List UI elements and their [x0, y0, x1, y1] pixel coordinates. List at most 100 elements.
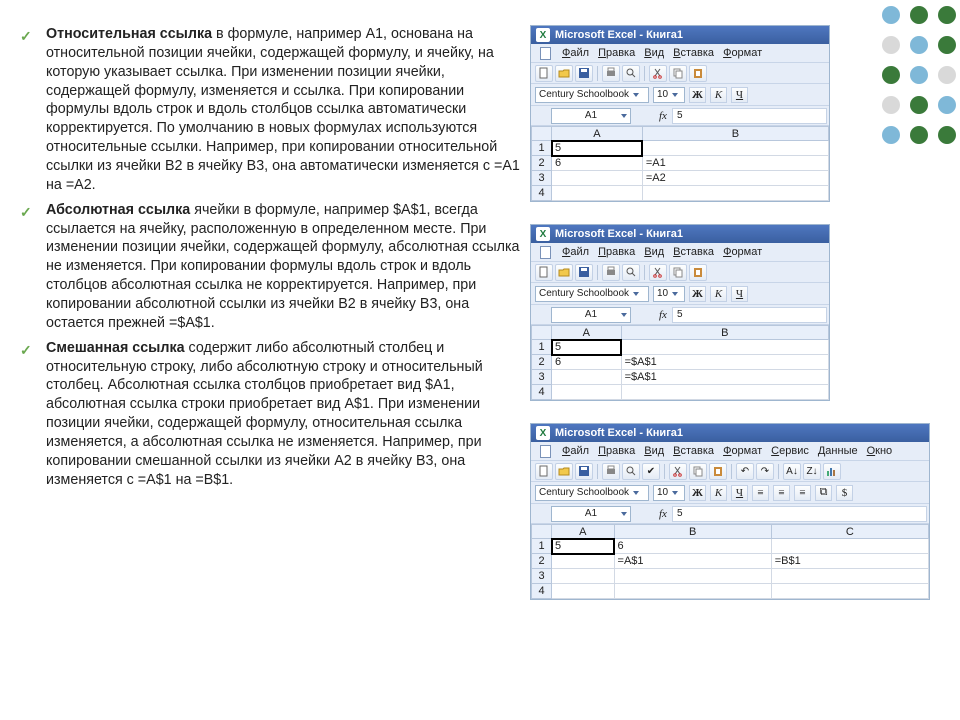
menu-edit[interactable]: Правка — [598, 246, 635, 258]
row-header-4[interactable]: 4 — [532, 186, 552, 201]
menu-insert[interactable]: Вставка — [673, 47, 714, 59]
bold-button[interactable]: Ж — [689, 87, 706, 103]
preview-icon[interactable] — [622, 264, 640, 281]
cell-a1[interactable]: 5 — [552, 141, 643, 156]
copy-icon[interactable] — [669, 65, 687, 82]
select-all-corner[interactable] — [532, 525, 552, 539]
cell-a1[interactable]: 5 — [552, 340, 622, 355]
new-doc-icon[interactable] — [535, 65, 553, 82]
open-icon[interactable] — [555, 65, 573, 82]
menu-tools[interactable]: Сервис — [771, 445, 809, 457]
cut-icon[interactable] — [649, 65, 667, 82]
print-icon[interactable] — [602, 65, 620, 82]
menu-format[interactable]: Формат — [723, 246, 762, 258]
col-header-b[interactable]: B — [642, 127, 828, 141]
cell-a4[interactable] — [552, 385, 622, 400]
cell-a4[interactable] — [552, 584, 615, 599]
menu-window[interactable]: Окно — [867, 445, 893, 457]
print-icon[interactable] — [602, 463, 620, 480]
cell-b1[interactable] — [642, 141, 828, 156]
col-header-a[interactable]: A — [552, 525, 615, 539]
new-doc-icon[interactable] — [535, 463, 553, 480]
italic-button[interactable]: К — [710, 485, 727, 501]
select-all-corner[interactable] — [532, 326, 552, 340]
open-icon[interactable] — [555, 463, 573, 480]
col-header-b[interactable]: B — [614, 525, 771, 539]
underline-button[interactable]: Ч — [731, 286, 748, 302]
currency-icon[interactable]: $ — [836, 485, 853, 501]
cell-a1[interactable]: 5 — [552, 539, 615, 554]
row-header-3[interactable]: 3 — [532, 171, 552, 186]
new-doc-icon[interactable] — [535, 264, 553, 281]
cell-a4[interactable] — [552, 186, 643, 201]
paste-icon[interactable] — [709, 463, 727, 480]
preview-icon[interactable] — [622, 463, 640, 480]
menu-edit[interactable]: Правка — [598, 445, 635, 457]
font-name-selector[interactable]: Century Schoolbook — [535, 87, 649, 103]
cell-c4[interactable] — [771, 584, 928, 599]
paste-icon[interactable] — [689, 264, 707, 281]
preview-icon[interactable] — [622, 65, 640, 82]
redo-icon[interactable]: ↷ — [756, 463, 774, 480]
bold-button[interactable]: Ж — [689, 286, 706, 302]
cell-b1[interactable]: 6 — [614, 539, 771, 554]
menu-view[interactable]: Вид — [644, 445, 664, 457]
copy-icon[interactable] — [669, 264, 687, 281]
align-center-icon[interactable]: ≡ — [773, 485, 790, 501]
cell-a3[interactable] — [552, 569, 615, 584]
row-header-3[interactable]: 3 — [532, 569, 552, 584]
cell-a2[interactable]: 6 — [552, 156, 643, 171]
worksheet-grid[interactable]: A B C 1 5 6 2 =A$1 =B$1 3 — [531, 524, 929, 599]
name-box[interactable]: A1 — [551, 307, 631, 323]
cell-a3[interactable] — [552, 171, 643, 186]
formula-input[interactable]: 5 — [672, 307, 827, 323]
font-name-selector[interactable]: Century Schoolbook — [535, 485, 649, 501]
worksheet-grid[interactable]: A B 1 5 2 6 =A1 3 =A2 4 — [531, 126, 829, 201]
paste-icon[interactable] — [689, 65, 707, 82]
row-header-1[interactable]: 1 — [532, 340, 552, 355]
font-name-selector[interactable]: Century Schoolbook — [535, 286, 649, 302]
row-header-2[interactable]: 2 — [532, 554, 552, 569]
menu-data[interactable]: Данные — [818, 445, 858, 457]
menu-file[interactable]: Файл — [562, 246, 589, 258]
cell-a2[interactable] — [552, 554, 615, 569]
name-box[interactable]: A1 — [551, 506, 631, 522]
fx-icon[interactable]: fx — [659, 508, 667, 520]
cut-icon[interactable] — [649, 264, 667, 281]
row-header-1[interactable]: 1 — [532, 141, 552, 156]
sort-asc-icon[interactable]: A↓ — [783, 463, 801, 480]
undo-icon[interactable]: ↶ — [736, 463, 754, 480]
col-header-a[interactable]: A — [552, 326, 622, 340]
save-icon[interactable] — [575, 264, 593, 281]
bold-button[interactable]: Ж — [689, 485, 706, 501]
cell-b2[interactable]: =A$1 — [614, 554, 771, 569]
cell-b1[interactable] — [621, 340, 828, 355]
align-right-icon[interactable]: ≡ — [794, 485, 811, 501]
formula-input[interactable]: 5 — [672, 108, 827, 124]
font-size-selector[interactable]: 10 — [653, 286, 685, 302]
underline-button[interactable]: Ч — [731, 87, 748, 103]
menu-file[interactable]: Файл — [562, 47, 589, 59]
copy-icon[interactable] — [689, 463, 707, 480]
merge-cells-icon[interactable]: ⧉ — [815, 485, 832, 501]
font-size-selector[interactable]: 10 — [653, 87, 685, 103]
row-header-2[interactable]: 2 — [532, 355, 552, 370]
cell-b4[interactable] — [614, 584, 771, 599]
menu-insert[interactable]: Вставка — [673, 445, 714, 457]
row-header-4[interactable]: 4 — [532, 385, 552, 400]
col-header-a[interactable]: A — [552, 127, 643, 141]
worksheet-grid[interactable]: A B 1 5 2 6 =$A$1 3 =$A$1 4 — [531, 325, 829, 400]
print-icon[interactable] — [602, 264, 620, 281]
sort-desc-icon[interactable]: Z↓ — [803, 463, 821, 480]
fx-icon[interactable]: fx — [659, 110, 667, 122]
cell-a3[interactable] — [552, 370, 622, 385]
fx-icon[interactable]: fx — [659, 309, 667, 321]
row-header-3[interactable]: 3 — [532, 370, 552, 385]
italic-button[interactable]: К — [710, 286, 727, 302]
menu-view[interactable]: Вид — [644, 47, 664, 59]
cell-c2[interactable]: =B$1 — [771, 554, 928, 569]
menu-format[interactable]: Формат — [723, 445, 762, 457]
cell-b3[interactable] — [614, 569, 771, 584]
formula-input[interactable]: 5 — [672, 506, 927, 522]
chart-icon[interactable] — [823, 463, 841, 480]
